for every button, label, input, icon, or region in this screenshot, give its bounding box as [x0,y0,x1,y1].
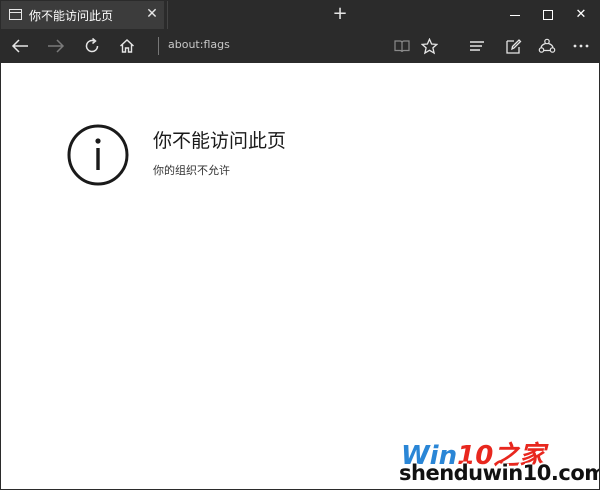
arrow-left-icon [11,39,28,53]
web-note-button[interactable] [498,29,528,63]
reading-view-button[interactable] [387,29,417,63]
star-icon [420,37,438,54]
favorite-button[interactable] [414,29,444,63]
page-content: 你不能访问此页 你的组织不允许 Win10之家 shenduwin10.com [1,63,600,489]
address-bar[interactable]: about:flags [168,38,230,51]
maximize-icon [543,10,553,20]
hub-icon [470,41,484,51]
minimize-icon [510,15,520,16]
error-message: 你的组织不允许 [153,164,230,177]
browser-window: 你不能访问此页 ✕ + ✕ about:flags 你不能访问此页 你的组织不允… [0,0,600,490]
tab-close-button[interactable]: ✕ [143,4,161,24]
refresh-icon [85,37,99,53]
maximize-button[interactable] [531,1,565,29]
tab-page-icon [9,9,22,20]
back-button[interactable] [5,29,35,63]
forward-button[interactable] [41,29,71,63]
home-button[interactable] [112,29,142,63]
tab-strip-space [167,1,325,29]
site-watermark-logo: Win10之家 shenduwin10.com [399,435,600,489]
navigation-bar: about:flags [1,29,599,63]
hub-button[interactable] [462,29,492,63]
new-tab-button[interactable]: + [329,3,351,25]
info-icon [67,124,129,186]
address-bar-separator [158,37,159,55]
share-icon [538,38,556,53]
title-bar: 你不能访问此页 ✕ + ✕ [1,1,599,29]
refresh-button[interactable] [77,29,107,63]
page-title: 你不能访问此页 [153,130,287,152]
more-dots-icon [573,44,589,48]
active-tab[interactable]: 你不能访问此页 ✕ [1,1,164,29]
minimize-button[interactable] [498,1,532,29]
arrow-right-icon [48,39,65,53]
tab-title: 你不能访问此页 [29,9,114,23]
close-window-button[interactable]: ✕ [564,1,598,29]
brand-url: shenduwin10.com [399,461,600,485]
more-button[interactable] [566,29,596,63]
pen-note-icon [505,38,521,54]
home-icon [120,39,134,53]
book-icon [394,40,410,53]
share-button[interactable] [532,29,562,63]
